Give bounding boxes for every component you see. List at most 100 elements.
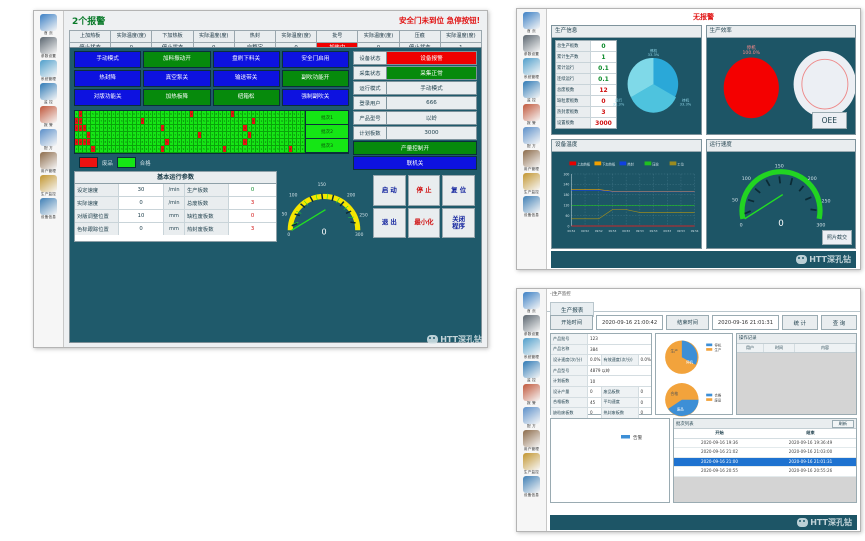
detail-label2: 平均速度 xyxy=(601,397,639,408)
machine-button-8[interactable]: 对版功能关 xyxy=(74,89,142,106)
sidebar-item-5[interactable]: 配 方 xyxy=(517,407,547,429)
cell-row-0: 1234567891234567891234567891234567891234… xyxy=(75,111,306,118)
sidebar-item-6[interactable]: 用户管理 xyxy=(517,150,547,172)
sidebar-item-1[interactable]: 参数设置 xyxy=(517,35,547,57)
control-button-3[interactable]: 退 出 xyxy=(373,207,406,238)
sidebar-item-7[interactable]: 生产监控 xyxy=(517,173,547,195)
machine-button-2[interactable]: 盘刷下料关 xyxy=(212,51,280,68)
sidebar-item-2[interactable]: 系统管理 xyxy=(517,58,547,80)
batch-column-0: 开始 xyxy=(715,430,724,435)
status-row-1: 采集状态 采集正常 xyxy=(353,66,477,80)
machine-button-1[interactable]: 加料振动开 xyxy=(143,51,211,68)
status-wide-button-0[interactable]: 产量控制开 xyxy=(353,141,477,155)
batch-row-1[interactable]: 2020-09-16 21:02 2020-09-16 21:03:00 xyxy=(674,448,856,458)
sidebar-item-1[interactable]: 参数设置 xyxy=(517,315,547,337)
sidebar-item-4[interactable]: 报 警 xyxy=(517,384,547,406)
sidebar-item-0[interactable]: 首 页 xyxy=(34,14,64,36)
operation-log-table[interactable]: 操作记录 用户 时间 内容 xyxy=(736,333,857,415)
detail-row-2: 设计速度(次/分) 0.0% 有效速度(次/分) 0.0% xyxy=(551,355,651,366)
sidebar-item-label: 用户管理 xyxy=(40,169,57,173)
svg-text:废品: 废品 xyxy=(715,397,722,402)
info-label: 热封废板数 xyxy=(556,107,591,117)
batch-start: 2020-09-16 21:00 xyxy=(701,458,738,464)
sliders-icon xyxy=(523,35,540,52)
sidebar-item-label: 报 警 xyxy=(44,123,53,127)
monitor-sidebar: 首 页参数设置 系统管理监 控报 警配 方用户管理 生产监控 设备信息 xyxy=(517,9,547,269)
param-value[interactable]: 30 xyxy=(119,184,164,196)
control-button-4[interactable]: 最小化 xyxy=(407,207,441,238)
sidebar-item-8[interactable]: 设备信息 xyxy=(34,198,64,220)
sidebar-item-7[interactable]: 生产监控 xyxy=(34,175,64,197)
sidebar-item-6[interactable]: 用户管理 xyxy=(34,152,64,174)
home-icon xyxy=(523,292,540,309)
watermark-text: HTT深孔钻 xyxy=(810,518,852,527)
machine-button-0[interactable]: 手动模式 xyxy=(74,51,142,68)
batch-row-0[interactable]: 2020-09-16 19:36 2020-09-16 19:36:49 xyxy=(674,438,856,448)
machine-button-10[interactable]: 纽箱松 xyxy=(212,89,280,106)
watermark: HTT深孔钻 xyxy=(427,334,482,345)
sidebar-item-4[interactable]: 报 警 xyxy=(34,106,64,128)
control-button-0[interactable]: 启 动 xyxy=(373,175,406,206)
alarm-icon xyxy=(523,384,540,401)
info-label: 累计运行 xyxy=(556,63,591,73)
sidebar-item-label: 监 控 xyxy=(527,98,536,102)
sidebar-item-0[interactable]: 首 页 xyxy=(517,292,547,314)
status-wide-button-1[interactable]: 联机关 xyxy=(353,156,477,170)
sidebar-item-3[interactable]: 监 控 xyxy=(517,361,547,383)
svg-text:250: 250 xyxy=(821,198,830,204)
batch-list[interactable]: 批次列表 刷新 开始 结束 2020-09-16 19:36 2020-09-16 … xyxy=(673,418,857,503)
control-button-1[interactable]: 停 止 xyxy=(407,175,441,206)
cell-row-2: 1234567891234567891234567891234567891234… xyxy=(75,125,306,132)
filter-button-1[interactable]: 查 询 xyxy=(820,315,857,330)
svg-text:0: 0 xyxy=(321,228,326,237)
sidebar-item-2[interactable]: 系统管理 xyxy=(34,60,64,82)
batch-refresh-button[interactable]: 刷新 xyxy=(831,419,854,428)
report-window-title: -|生产监控 xyxy=(550,292,571,297)
detail-value: 45 xyxy=(588,397,602,408)
sidebar-item-label: 配 方 xyxy=(527,144,536,148)
filter-value-1[interactable]: 2020-09-16 21:01:31 xyxy=(712,315,779,330)
batch-row-2[interactable]: 2020-09-16 21:00 2020-09-16 21:01:31 xyxy=(674,457,856,467)
sidebar-item-5[interactable]: 配 方 xyxy=(34,129,64,151)
sidebar-item-2[interactable]: 系统管理 xyxy=(517,338,547,360)
machine-button-4[interactable]: 热封降 xyxy=(74,70,142,87)
device-icon xyxy=(40,198,57,215)
sidebar-item-5[interactable]: 配 方 xyxy=(517,127,547,149)
param-value[interactable]: 0 xyxy=(119,197,164,209)
svg-text:下加热板: 下加热板 xyxy=(602,161,616,166)
sidebar-item-1[interactable]: 参数设置 xyxy=(34,37,64,59)
wechat-icon xyxy=(796,255,808,264)
sidebar-item-label: 设备信息 xyxy=(523,493,540,497)
svg-text:09:52: 09:52 xyxy=(581,229,589,233)
machine-button-6[interactable]: 输送带关 xyxy=(212,70,280,87)
control-button-2[interactable]: 复 位 xyxy=(442,175,475,206)
export-button[interactable]: 照片截交 xyxy=(821,230,852,245)
sidebar-item-3[interactable]: 监 控 xyxy=(34,83,64,105)
machine-button-3[interactable]: 安全门启用 xyxy=(281,51,349,68)
control-button-5[interactable]: 关闭 程序 xyxy=(442,207,475,238)
sidebar-item-8[interactable]: 设备信息 xyxy=(517,196,547,218)
sidebar-item-6[interactable]: 用户管理 xyxy=(517,430,547,452)
param-value[interactable]: 0 xyxy=(119,223,164,235)
wechat-icon xyxy=(797,518,809,527)
detail-row-4: 计划板数 10 xyxy=(551,376,651,387)
card-title: 运行速度 xyxy=(706,140,855,152)
sidebar-item-8[interactable]: 设备信息 xyxy=(517,476,547,498)
oee-button[interactable]: OEE xyxy=(811,112,847,129)
sidebar-item-3[interactable]: 监 控 xyxy=(517,81,547,103)
machine-button-11[interactable]: 强制副吹关 xyxy=(281,89,349,106)
filter-value-0[interactable]: 2020-09-16 21:00:42 xyxy=(596,315,663,330)
operation-log-title: 操作记录 xyxy=(737,334,856,344)
sidebar-item-0[interactable]: 首 页 xyxy=(517,12,547,34)
batch-row-3[interactable]: 2020-09-16 20:55 2020-09-16 20:55:26 xyxy=(674,467,856,477)
machine-button-7[interactable]: 副吹功能开 xyxy=(281,70,349,87)
batch-start: 2020-09-16 19:36 xyxy=(701,439,738,445)
sidebar-item-7[interactable]: 生产监控 xyxy=(517,453,547,475)
monitor-icon xyxy=(40,83,57,100)
filter-button-0[interactable]: 统 计 xyxy=(781,315,818,330)
machine-button-9[interactable]: 加热板降 xyxy=(143,89,211,106)
param-value[interactable]: 10 xyxy=(119,210,164,222)
machine-button-5[interactable]: 真空泵关 xyxy=(143,70,211,87)
sidebar-item-4[interactable]: 报 警 xyxy=(517,104,547,126)
sidebar-item-label: 配 方 xyxy=(527,424,536,428)
